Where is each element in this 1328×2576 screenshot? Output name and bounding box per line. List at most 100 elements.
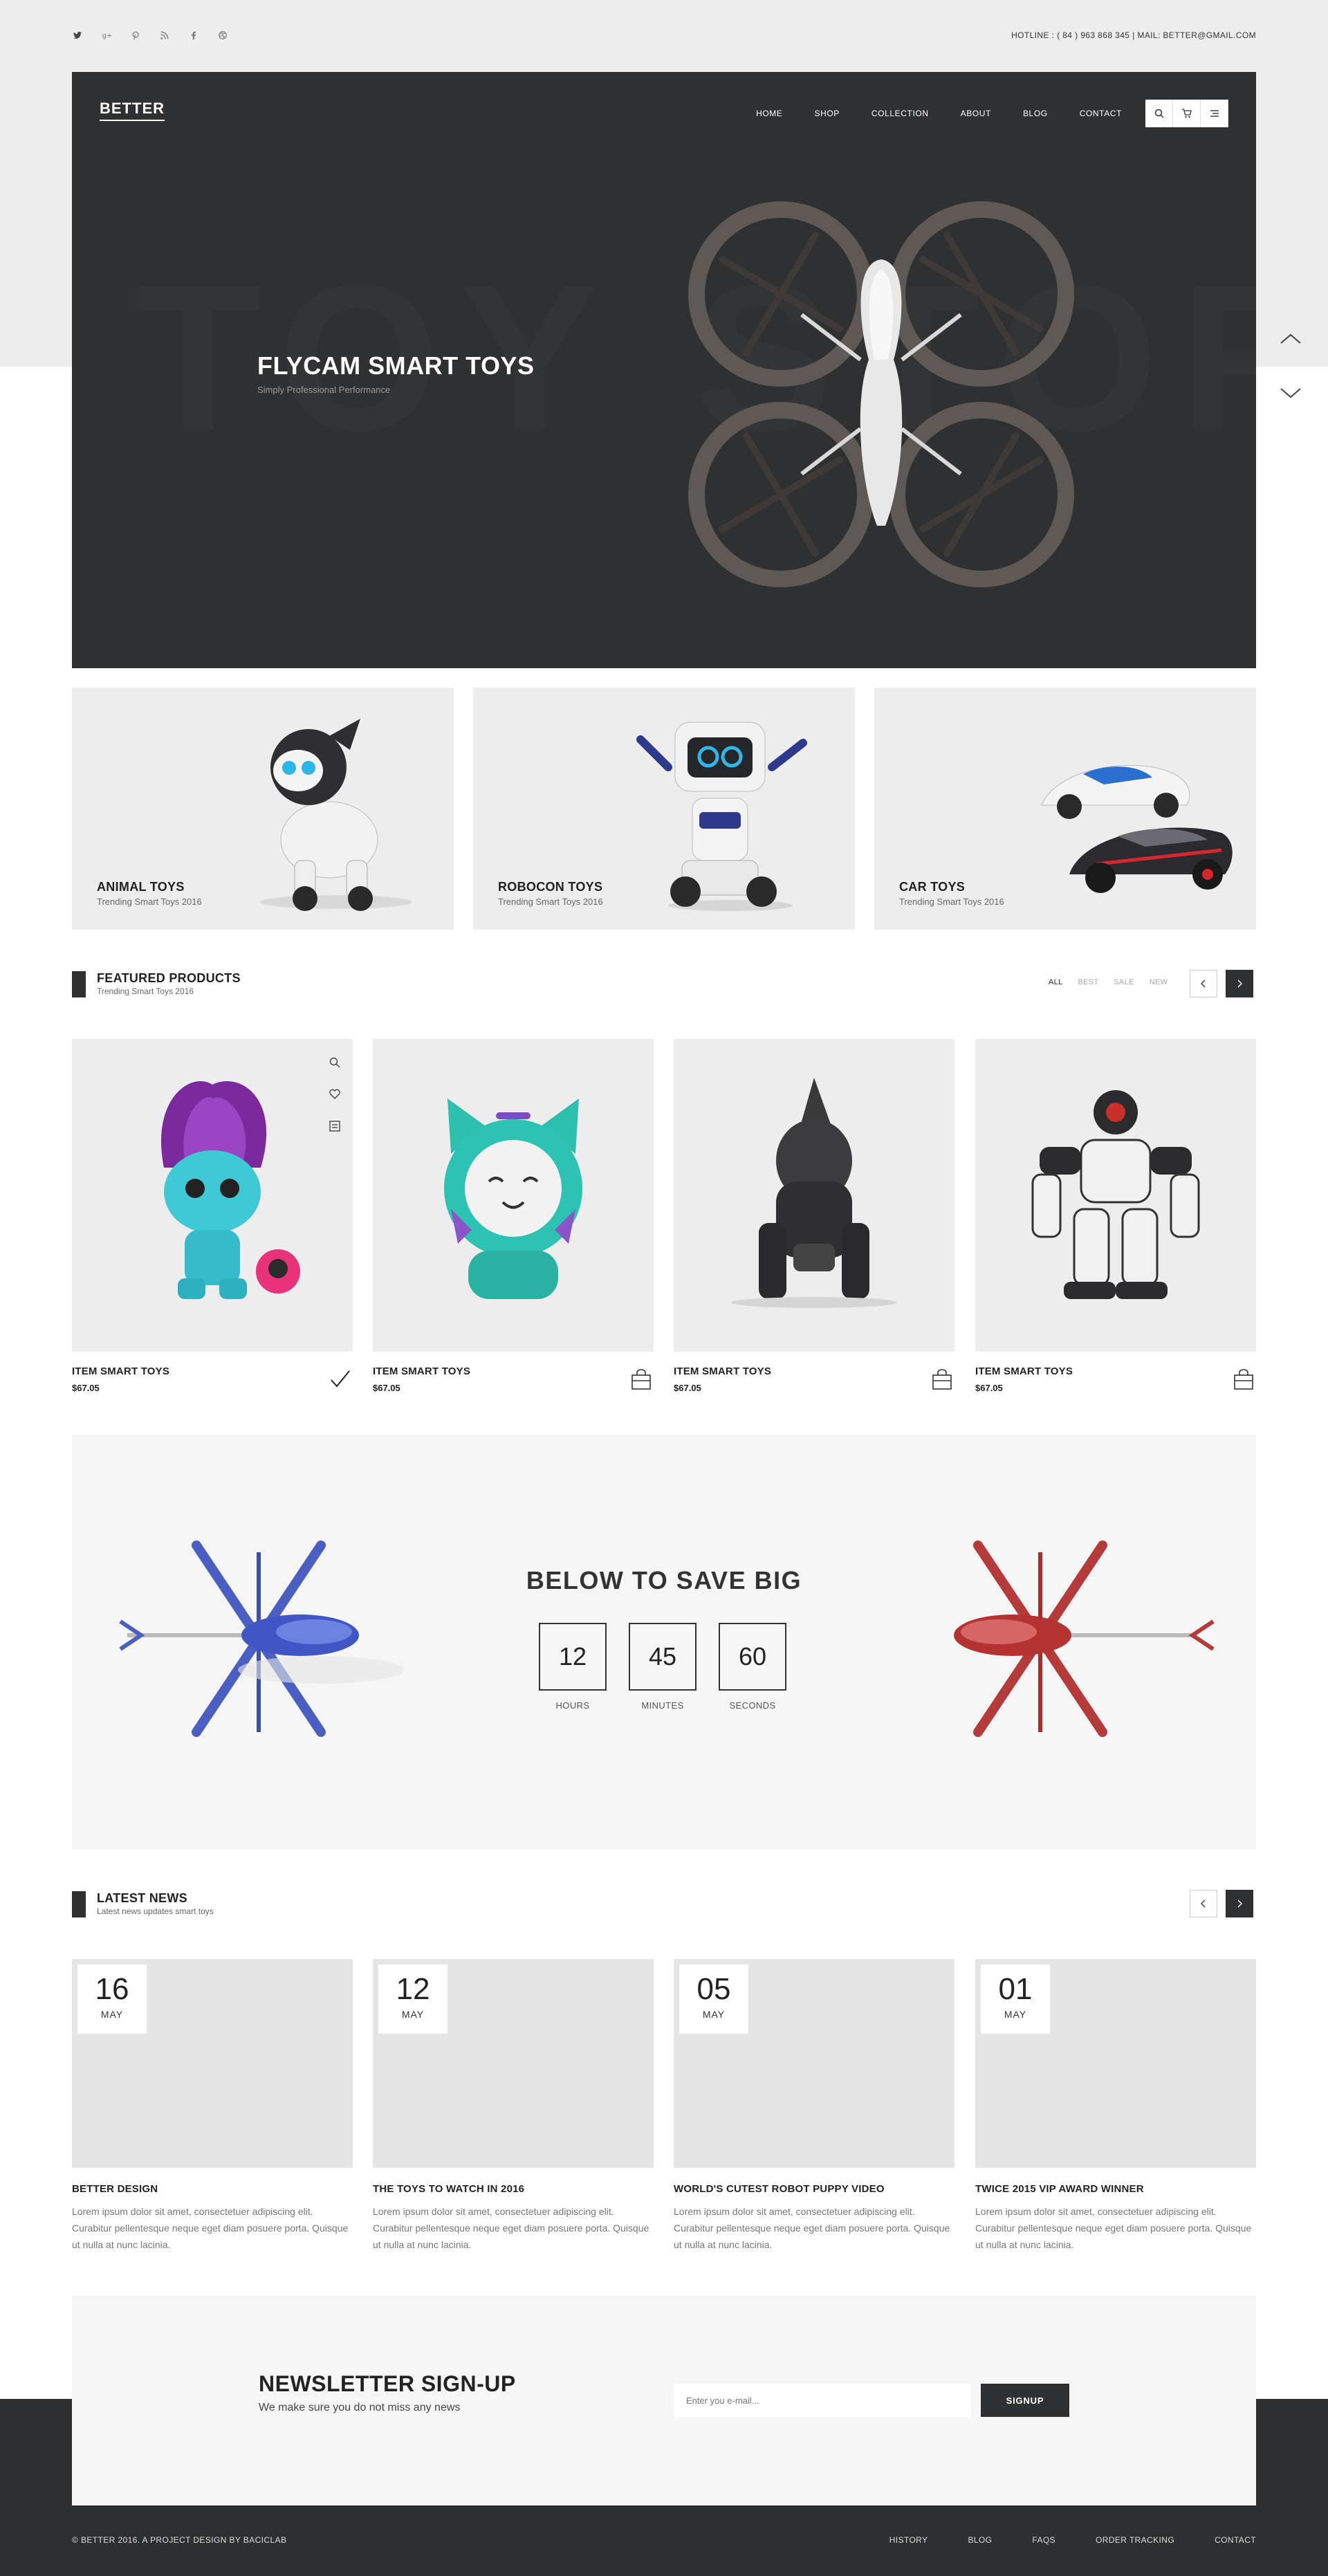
category-card-robocon[interactable]: ROBOCON TOYS Trending Smart Toys 2016 — [473, 688, 855, 930]
category-card-car[interactable]: CAR TOYS Trending Smart Toys 2016 — [874, 688, 1256, 930]
nav-contact[interactable]: CONTACT — [1080, 109, 1122, 118]
social-links: g+ — [72, 30, 228, 41]
nav-home[interactable]: HOME — [756, 109, 782, 118]
filter-new[interactable]: NEW — [1150, 978, 1168, 986]
filter-sale[interactable]: SALE — [1114, 978, 1134, 986]
product-image[interactable] — [975, 1039, 1256, 1352]
site-logo[interactable]: BETTER — [100, 100, 165, 121]
menu-icon[interactable] — [1201, 100, 1228, 127]
nav-about[interactable]: ABOUT — [961, 109, 991, 118]
add-to-cart-button[interactable] — [629, 1367, 654, 1392]
product-name[interactable]: ITEM SMART TOYS — [373, 1365, 654, 1377]
countdown-timer: 12 HOURS 45 MINUTES 60 SECONDS — [539, 1623, 786, 1711]
next-news-button[interactable] — [1226, 1890, 1253, 1917]
quick-view-button[interactable] — [328, 1056, 342, 1069]
product-card[interactable]: ITEM SMART TOYS $67.05 — [975, 1039, 1256, 1393]
filter-all[interactable]: ALL — [1049, 978, 1062, 986]
prev-products-button[interactable] — [1190, 970, 1217, 997]
product-price: $67.05 — [674, 1383, 701, 1393]
footer-link-order-tracking[interactable]: ORDER TRACKING — [1096, 2535, 1174, 2545]
section-title: FEATURED PRODUCTS — [97, 971, 241, 985]
next-products-button[interactable] — [1226, 970, 1253, 997]
category-title: ROBOCON TOYS — [498, 880, 603, 894]
site-footer: © BETTER 2016. A PROJECT DESIGN BY BACIC… — [72, 2532, 1256, 2548]
news-excerpt: Lorem ipsum dolor sit amet, consectetuer… — [975, 2206, 1252, 2250]
robot-dino-image — [731, 1078, 897, 1308]
product-card[interactable]: ITEM SMART TOYS $67.05 — [373, 1039, 654, 1393]
hero-title: FLYCAM SMART TOYS — [257, 351, 535, 380]
nav-shop[interactable]: SHOP — [814, 109, 839, 118]
category-card-animal[interactable]: ANIMAL TOYS Trending Smart Toys 2016 — [72, 688, 454, 930]
product-image[interactable] — [72, 1039, 353, 1352]
news-image[interactable]: 12 MAY — [373, 1959, 654, 2168]
product-price: $67.05 — [975, 1383, 1003, 1393]
section-subtitle: Latest news updates smart toys — [97, 1906, 214, 1916]
news-title[interactable]: BETTER DESIGN — [72, 2183, 353, 2195]
pinterest-icon[interactable] — [130, 30, 141, 41]
seconds-counter: 60 SECONDS — [719, 1623, 786, 1711]
footer-link-contact[interactable]: CONTACT — [1215, 2535, 1256, 2545]
product-name[interactable]: ITEM SMART TOYS — [674, 1365, 954, 1377]
nav-blog[interactable]: BLOG — [1023, 109, 1048, 118]
section-subtitle: Trending Smart Toys 2016 — [97, 986, 194, 996]
add-to-cart-button[interactable] — [1231, 1367, 1256, 1392]
added-to-cart-button[interactable] — [328, 1367, 353, 1392]
news-title[interactable]: THE TOYS TO WATCH IN 2016 — [373, 2183, 654, 2195]
product-image[interactable] — [373, 1039, 654, 1352]
product-card[interactable]: ITEM SMART TOYS $67.05 — [674, 1039, 954, 1393]
shopping-bag-icon — [631, 1369, 651, 1390]
dribbble-icon[interactable] — [217, 30, 228, 41]
news-card[interactable]: 01 MAY TWICE 2015 VIP AWARD WINNER Lorem… — [975, 1959, 1256, 2253]
cart-icon[interactable] — [1173, 100, 1201, 127]
product-name[interactable]: ITEM SMART TOYS — [72, 1365, 353, 1377]
news-excerpt: Lorem ipsum dolor sit amet, consectetuer… — [373, 2206, 649, 2250]
news-card[interactable]: 16 MAY BETTER DESIGN Lorem ipsum dolor s… — [72, 1959, 353, 2253]
slider-up-arrow[interactable] — [1278, 331, 1303, 347]
footer-link-blog[interactable]: BLOG — [968, 2535, 992, 2545]
news-card[interactable]: 12 MAY THE TOYS TO WATCH IN 2016 Lorem i… — [373, 1959, 654, 2253]
wishlist-button[interactable] — [328, 1087, 342, 1101]
footer-link-faqs[interactable]: FAQS — [1032, 2535, 1055, 2545]
section-marker — [72, 1891, 86, 1917]
news-card[interactable]: 05 MAY WORLD'S CUTEST ROBOT PUPPY VIDEO … — [674, 1959, 954, 2253]
news-date-badge: 12 MAY — [378, 1965, 448, 2034]
news-image[interactable]: 16 MAY — [72, 1959, 353, 2168]
news-title[interactable]: WORLD'S CUTEST ROBOT PUPPY VIDEO — [674, 2183, 954, 2195]
category-title: CAR TOYS — [899, 880, 966, 894]
news-day: 16 — [95, 1972, 129, 2006]
product-card[interactable]: ITEM SMART TOYS $67.05 — [72, 1039, 353, 1393]
news-image[interactable]: 01 MAY — [975, 1959, 1256, 2168]
google-plus-icon[interactable]: g+ — [101, 30, 112, 41]
product-name[interactable]: ITEM SMART TOYS — [975, 1365, 1256, 1377]
news-date-badge: 05 MAY — [679, 1965, 748, 2034]
slider-down-arrow[interactable] — [1278, 385, 1303, 401]
newsletter-subtitle: We make sure you do not miss any news — [259, 2402, 461, 2413]
seconds-label: SECONDS — [729, 1700, 776, 1711]
humanoid-robot-image — [1031, 1090, 1200, 1299]
twitter-icon[interactable] — [72, 30, 83, 41]
facebook-icon[interactable] — [188, 30, 199, 41]
filter-best[interactable]: BEST — [1078, 978, 1098, 986]
news-image[interactable]: 05 MAY — [674, 1959, 954, 2168]
news-excerpt: Lorem ipsum dolor sit amet, consectetuer… — [72, 2206, 349, 2250]
compare-button[interactable] — [328, 1119, 342, 1133]
news-month: MAY — [1004, 2009, 1027, 2020]
category-subtitle: Trending Smart Toys 2016 — [498, 896, 603, 907]
product-image[interactable] — [674, 1039, 954, 1352]
search-icon[interactable] — [1145, 100, 1173, 127]
product-price: $67.05 — [72, 1383, 100, 1393]
footer-link-history[interactable]: HISTORY — [889, 2535, 928, 2545]
main-navigation: HOME SHOP COLLECTION ABOUT BLOG CONTACT — [724, 100, 1228, 127]
add-to-cart-button[interactable] — [930, 1367, 954, 1392]
nav-collection[interactable]: COLLECTION — [872, 109, 929, 118]
cat-toy-image — [444, 1098, 582, 1299]
products-pager — [1190, 970, 1253, 997]
prev-news-button[interactable] — [1190, 1890, 1217, 1917]
rss-icon[interactable] — [159, 30, 170, 41]
blue-helicopter-image — [119, 1540, 404, 1737]
signup-button[interactable]: SIGNUP — [981, 2384, 1069, 2417]
troll-doll-image — [161, 1081, 300, 1299]
toy-cars-image — [1041, 764, 1233, 893]
email-input[interactable] — [674, 2384, 971, 2417]
news-title[interactable]: TWICE 2015 VIP AWARD WINNER — [975, 2183, 1256, 2195]
